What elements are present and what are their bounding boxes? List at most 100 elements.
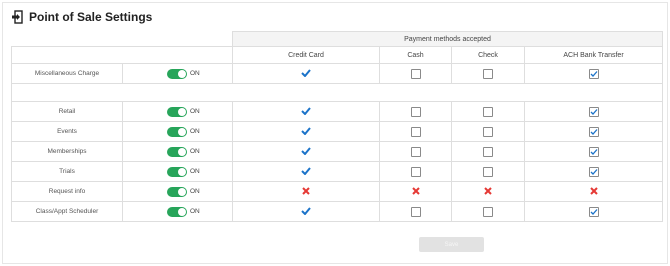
toggle-cell: ON	[122, 141, 233, 162]
toggle-label: ON	[190, 208, 200, 215]
checkbox-checked[interactable]	[588, 106, 599, 117]
checkbox-checked[interactable]	[588, 146, 599, 157]
toggle-switch[interactable]	[167, 126, 187, 137]
cell-credit-card	[232, 121, 380, 142]
toggle-switch[interactable]	[167, 68, 187, 79]
checkbox-unchecked[interactable]	[410, 166, 421, 177]
row-label: Memberships	[11, 141, 123, 162]
toggle-cell: ON	[122, 101, 233, 122]
cell-credit-card	[232, 101, 380, 122]
toggle-label: ON	[190, 188, 200, 195]
pos-exit-icon	[11, 10, 23, 24]
page-title: Point of Sale Settings	[29, 10, 153, 24]
toggle-label: ON	[190, 168, 200, 175]
group-header: Payment methods accepted	[231, 31, 664, 47]
cell-cash	[379, 141, 452, 162]
cell-cash	[379, 201, 452, 222]
check-mark-icon	[301, 68, 311, 79]
column-header-ach: ACH Bank Transfer	[523, 46, 664, 64]
toggle-cell: ON	[122, 63, 233, 84]
column-header-credit-card: Credit Card	[232, 46, 380, 64]
cell-ach	[523, 181, 664, 202]
checkbox-unchecked[interactable]	[410, 106, 421, 117]
table-row: Retail ON	[11, 101, 664, 122]
checkbox-checked[interactable]	[588, 68, 599, 79]
cell-ach	[523, 161, 664, 182]
checkbox-unchecked[interactable]	[410, 206, 421, 217]
header-empty-cell	[11, 46, 233, 64]
check-mark-icon	[301, 206, 311, 217]
checkbox-checked[interactable]	[588, 166, 599, 177]
table-row: Trials ON	[11, 161, 664, 182]
toggle-label: ON	[190, 70, 200, 77]
toggle-label: ON	[190, 108, 200, 115]
toggle-cell: ON	[122, 201, 233, 222]
cell-credit-card	[232, 141, 380, 162]
row-label: Events	[11, 121, 123, 142]
check-mark-icon	[301, 126, 311, 137]
checkbox-unchecked[interactable]	[410, 146, 421, 157]
checkbox-unchecked[interactable]	[410, 126, 421, 137]
header-blank	[11, 31, 233, 47]
x-mark-icon	[484, 186, 492, 197]
save-button[interactable]: Save	[419, 237, 484, 252]
row-label: Miscellaneous Charge	[11, 63, 123, 84]
cell-ach	[523, 101, 664, 122]
checkbox-unchecked[interactable]	[483, 166, 493, 177]
check-mark-icon	[301, 106, 311, 117]
check-mark-icon	[301, 146, 311, 157]
cell-check	[451, 161, 525, 182]
checkbox-unchecked[interactable]	[483, 146, 493, 157]
toggle-switch[interactable]	[167, 106, 187, 117]
cell-check	[451, 63, 525, 84]
cell-check	[451, 121, 525, 142]
row-label: Retail	[11, 101, 123, 122]
cell-credit-card	[232, 201, 380, 222]
toggle-switch[interactable]	[167, 206, 187, 217]
cell-credit-card	[232, 181, 380, 202]
x-mark-icon	[411, 186, 420, 197]
cell-ach	[523, 201, 664, 222]
pos-settings-panel: Point of Sale Settings Payment methods a…	[2, 2, 668, 264]
toggle-switch[interactable]	[167, 186, 187, 197]
cell-cash	[379, 63, 452, 84]
checkbox-checked[interactable]	[588, 126, 599, 137]
cell-check	[451, 181, 525, 202]
page-header: Point of Sale Settings	[11, 9, 152, 25]
table-row: Memberships ON	[11, 141, 664, 162]
checkbox-checked[interactable]	[588, 206, 599, 217]
toggle-cell: ON	[122, 121, 233, 142]
cell-ach	[523, 63, 664, 84]
toggle-switch[interactable]	[167, 146, 187, 157]
toggle-switch[interactable]	[167, 166, 187, 177]
toggle-label: ON	[190, 128, 200, 135]
table-row: Miscellaneous Charge ON	[11, 63, 664, 84]
cell-ach	[523, 121, 664, 142]
spacer-cell	[10, 83, 664, 102]
spacer-row	[10, 83, 664, 102]
table-row: Events ON	[11, 121, 664, 142]
x-mark-icon	[589, 186, 598, 197]
cell-cash	[379, 161, 452, 182]
toggle-cell: ON	[122, 181, 233, 202]
cell-check	[451, 201, 525, 222]
column-header-check: Check	[451, 46, 525, 64]
toggle-cell: ON	[122, 161, 233, 182]
x-mark-icon	[302, 186, 310, 197]
cell-credit-card	[232, 161, 380, 182]
cell-cash	[379, 181, 452, 202]
cell-check	[451, 101, 525, 122]
checkbox-unchecked[interactable]	[410, 68, 421, 79]
table-row: Class/Appt Scheduler ON	[11, 201, 664, 222]
column-header-cash: Cash	[379, 46, 452, 64]
checkbox-unchecked[interactable]	[483, 126, 493, 137]
checkbox-unchecked[interactable]	[483, 206, 493, 217]
cell-cash	[379, 121, 452, 142]
checkbox-unchecked[interactable]	[483, 68, 493, 79]
checkbox-unchecked[interactable]	[483, 106, 493, 117]
cell-credit-card	[232, 63, 380, 84]
check-mark-icon	[301, 166, 311, 177]
table-row: Request info ON	[11, 181, 664, 202]
cell-ach	[523, 141, 664, 162]
toggle-label: ON	[190, 148, 200, 155]
